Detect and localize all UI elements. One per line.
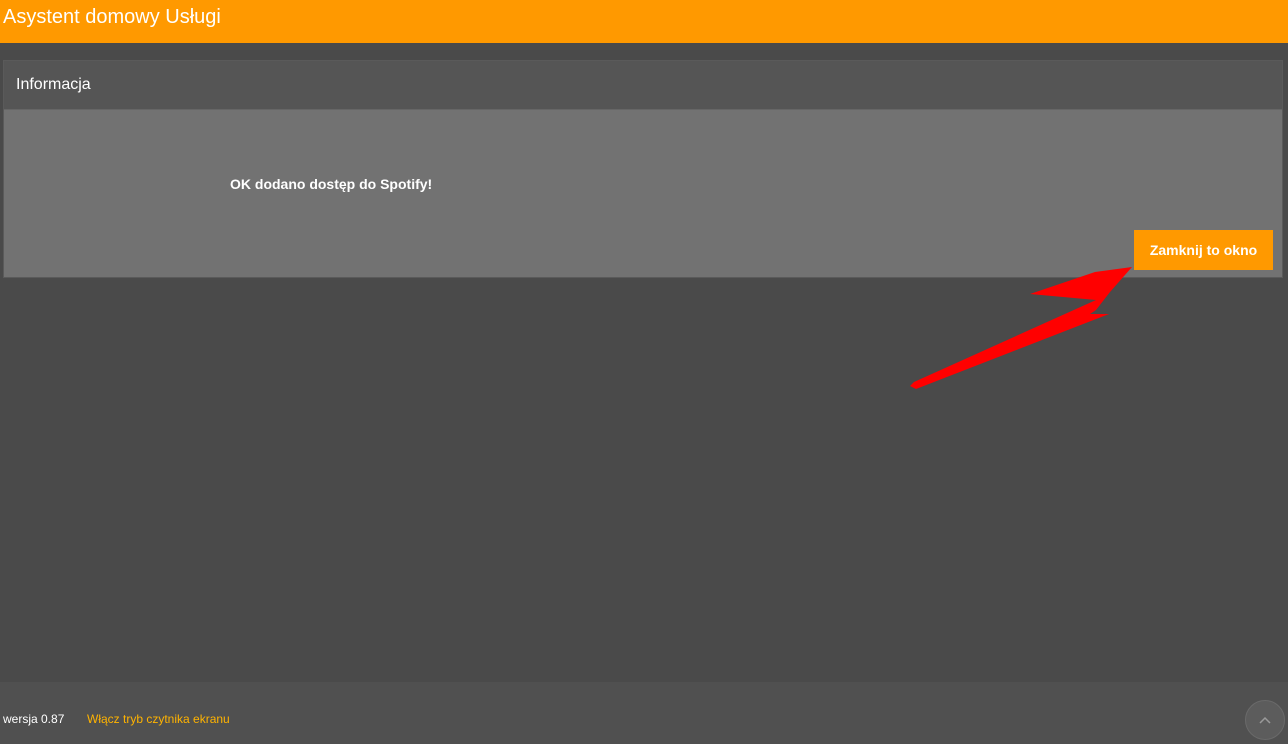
close-window-button[interactable]: Zamknij to okno [1134,230,1273,270]
scroll-to-top-button[interactable] [1245,700,1285,740]
info-panel: Informacja OK dodano dostęp do Spotify! … [3,60,1283,278]
success-message: OK dodano dostęp do Spotify! [230,176,433,192]
app-title: Asystent domowy Usługi [3,6,221,28]
version-label: wersja 0.87 [3,712,65,726]
screen-reader-mode-link[interactable]: Włącz tryb czytnika ekranu [87,712,230,726]
footer: wersja 0.87 Włącz tryb czytnika ekranu [0,682,1288,744]
panel-header: Informacja [4,61,1282,110]
top-bar: Asystent domowy Usługi [0,0,1288,43]
arrow-icon [910,267,1132,389]
panel-title: Informacja [16,76,91,93]
chevron-up-icon [1259,716,1271,724]
